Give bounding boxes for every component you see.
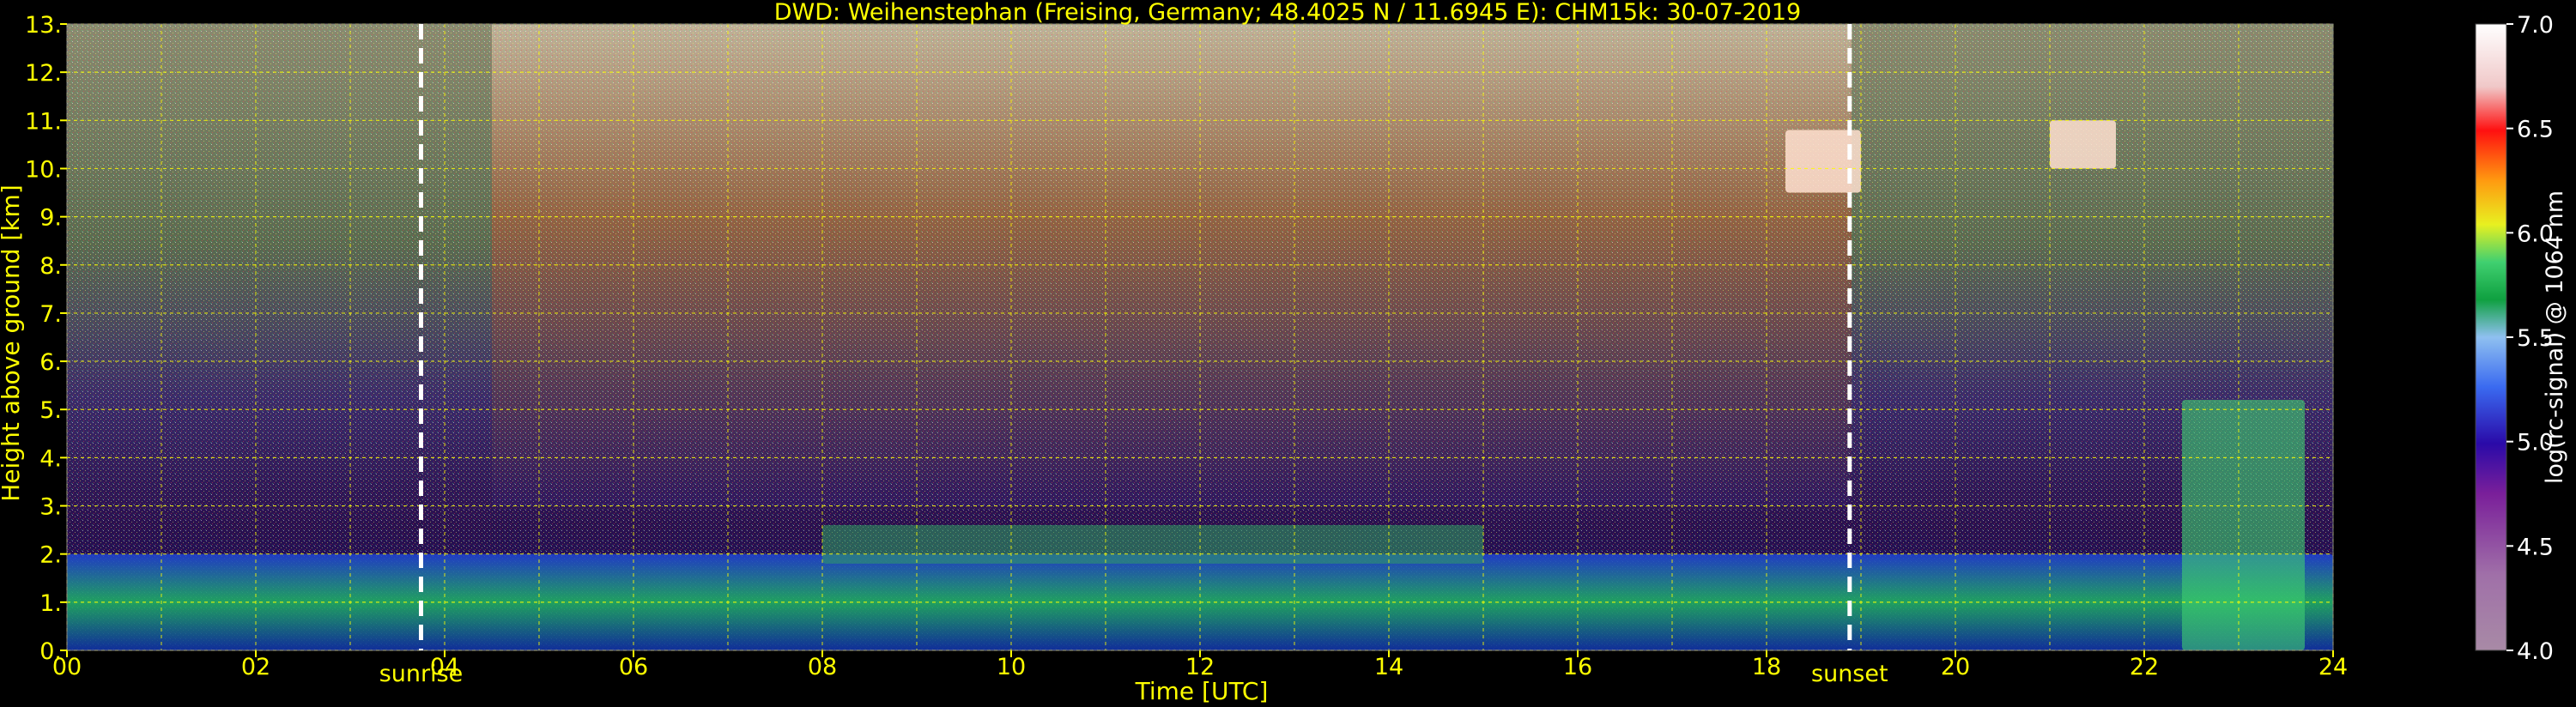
y-tick-label: 2.: [39, 542, 62, 569]
y-tick-label: 6.: [39, 349, 62, 376]
colorbar-tick-label: 4.5: [2517, 534, 2554, 560]
colorbar-tick-label: 6.5: [2517, 117, 2554, 143]
x-tick-label: 06: [619, 654, 648, 680]
chart-figure: sunrise sunset 0.1.2.3.4.5.6.7.8.9.10.11.…: [0, 0, 2568, 705]
x-tick-label: 14: [1374, 654, 1403, 680]
backscatter-heatmap: [67, 24, 2333, 650]
x-tick-label: 00: [52, 654, 82, 680]
y-axis-label: Height above ground [km]: [0, 184, 25, 502]
x-tick-label: 04: [430, 654, 459, 680]
y-tick-label: 1.: [39, 590, 62, 617]
chart-title: DWD: Weihenstephan (Freising, Germany; 4…: [774, 0, 1802, 26]
y-tick-label: 11.: [25, 108, 62, 135]
sunset-label: sunset: [1811, 661, 1888, 687]
y-tick-label: 7.: [39, 301, 62, 328]
feature-convective-cloud: [2182, 400, 2305, 650]
colorbar: 4.04.55.05.56.06.57.0 log(rc-signal) @ 1…: [2475, 12, 2568, 665]
x-tick-label: 10: [997, 654, 1026, 680]
y-tick-label: 3.: [39, 494, 62, 521]
feature-cloud: [2050, 120, 2116, 169]
y-tick-label: 8.: [39, 253, 62, 280]
y-tick-label: 4.: [39, 445, 62, 472]
x-tick-label: 22: [2130, 654, 2159, 680]
y-tick-label: 9.: [39, 205, 62, 232]
y-tick-label: 13.: [25, 12, 62, 39]
x-tick-label: 08: [808, 654, 837, 680]
feature-residual-layer-top: [822, 525, 1483, 564]
x-tick-label: 18: [1752, 654, 1781, 680]
y-axis-ticks: 0.1.2.3.4.5.6.7.8.9.10.11.12.13.: [25, 12, 67, 665]
x-tick-label: 16: [1563, 654, 1592, 680]
y-tick-label: 10.: [25, 156, 62, 183]
colorbar-tick-label: 7.0: [2517, 12, 2554, 39]
x-tick-label: 24: [2318, 654, 2348, 680]
colorbar-gradient: [2475, 23, 2507, 651]
colorbar-tick-label: 4.0: [2517, 638, 2554, 665]
y-tick-label: 5.: [39, 397, 62, 424]
y-tick-label: 12.: [25, 60, 62, 87]
x-tick-label: 02: [241, 654, 270, 680]
x-tick-label: 20: [1941, 654, 1970, 680]
colorbar-label: log(rc-signal) @ 1064 nm: [2542, 190, 2568, 484]
x-axis-label: Time [UTC]: [1135, 677, 1269, 705]
